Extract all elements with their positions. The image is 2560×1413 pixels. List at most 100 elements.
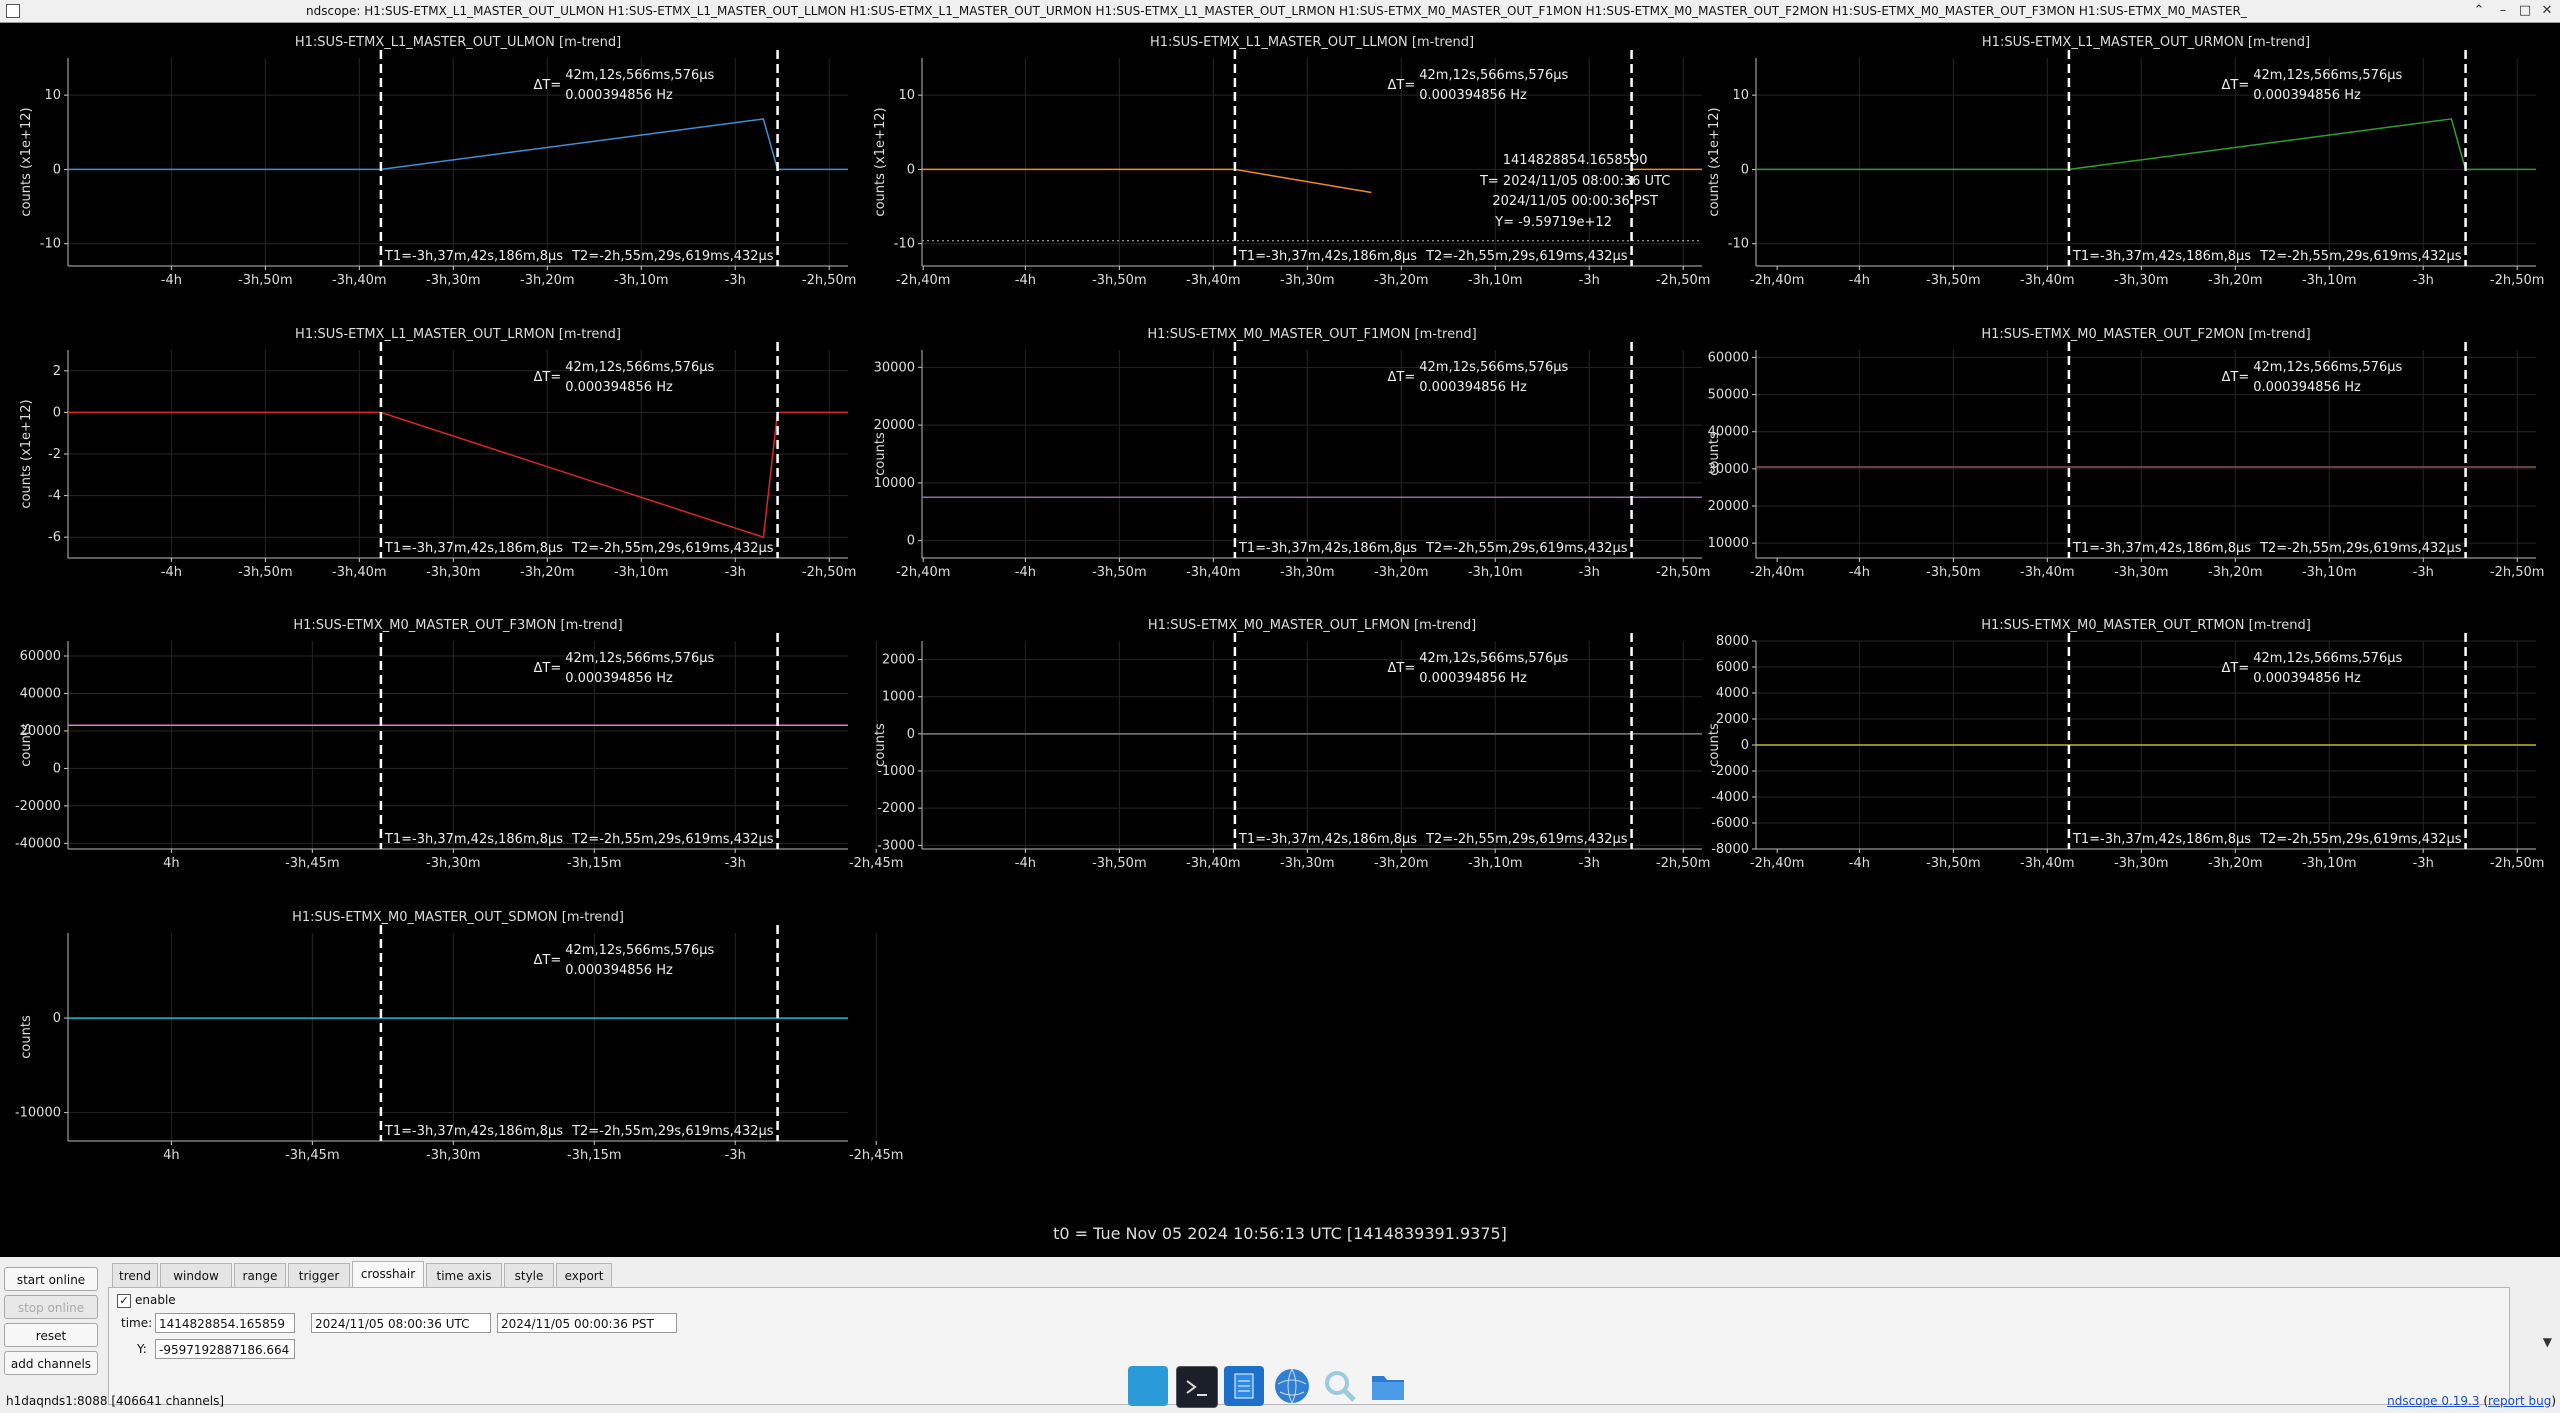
file-manager-icon[interactable] bbox=[1368, 1366, 1408, 1406]
x-tick-label: -4h bbox=[161, 565, 182, 580]
tab-trigger[interactable]: trigger bbox=[288, 1263, 350, 1287]
x-tick-label: -3h,50m bbox=[1926, 565, 1981, 580]
x-tick-label: -3h,20m bbox=[2208, 856, 2263, 871]
close-button[interactable]: ✕ bbox=[2538, 2, 2556, 20]
plot-title: H1:SUS-ETMX_M0_MASTER_OUT_F2MON [m-trend… bbox=[1981, 327, 2310, 342]
delta-freq: 0.000394856 Hz bbox=[1419, 380, 1527, 395]
plot-svg[interactable]: H1:SUS-ETMX_L1_MASTER_OUT_LRMON [m-trend… bbox=[0, 314, 950, 604]
plot-area[interactable] bbox=[68, 933, 848, 1141]
version-links: ndscope 0.19.3 (report bug) bbox=[2387, 1394, 2556, 1408]
delta-freq: 0.000394856 Hz bbox=[565, 88, 673, 103]
y-tick-label: -4 bbox=[48, 489, 61, 504]
plot-title: H1:SUS-ETMX_L1_MASTER_OUT_LLMON [m-trend… bbox=[1150, 35, 1474, 50]
minimize-button[interactable]: – bbox=[2494, 2, 2512, 20]
enable-checkbox[interactable]: ✓ bbox=[117, 1294, 131, 1308]
delta-t-label: ΔT= bbox=[2222, 370, 2250, 385]
plot-panel-2[interactable]: H1:SUS-ETMX_L1_MASTER_OUT_URMON [m-trend… bbox=[1688, 22, 2544, 312]
maximize-button[interactable]: □ bbox=[2516, 2, 2534, 20]
plot-panel-5[interactable]: H1:SUS-ETMX_M0_MASTER_OUT_F2MON [m-trend… bbox=[1688, 314, 2544, 604]
tab-export[interactable]: export bbox=[556, 1263, 612, 1287]
plot-area[interactable] bbox=[922, 350, 1702, 558]
report-bug-link[interactable]: report bug bbox=[2488, 1394, 2551, 1408]
stop-online-button[interactable]: stop online bbox=[4, 1295, 98, 1319]
plot-panel-1[interactable]: H1:SUS-ETMX_L1_MASTER_OUT_LLMON [m-trend… bbox=[854, 22, 1804, 312]
y-tick-label: 20000 bbox=[1708, 499, 1749, 514]
delta-time: 42m,12s,566ms,576μs bbox=[565, 943, 714, 958]
shade-window-button[interactable]: ⌃ bbox=[2470, 2, 2488, 20]
delta-t-label: ΔT= bbox=[2222, 661, 2250, 676]
plot-svg[interactable]: H1:SUS-ETMX_L1_MASTER_OUT_ULMON [m-trend… bbox=[0, 22, 950, 312]
plot-grid[interactable]: H1:SUS-ETMX_L1_MASTER_OUT_ULMON [m-trend… bbox=[0, 22, 2560, 1257]
plot-area[interactable] bbox=[1756, 350, 2536, 558]
time-gps-field[interactable]: 1414828854.165859 bbox=[155, 1313, 295, 1333]
x-tick-label: -3h,10m bbox=[2302, 565, 2357, 580]
t1-label: T1=-3h,37m,42s,186m,8μs bbox=[1238, 541, 1417, 556]
plot-panel-7[interactable]: H1:SUS-ETMX_M0_MASTER_OUT_LFMON [m-trend… bbox=[854, 605, 1804, 895]
plot-svg[interactable]: H1:SUS-ETMX_M0_MASTER_OUT_SDMON [m-trend… bbox=[0, 897, 904, 1187]
y-tick-label: -4000 bbox=[1711, 790, 1749, 805]
plot-area[interactable] bbox=[922, 641, 1702, 849]
y-tick-label: -2000 bbox=[877, 801, 915, 816]
delta-t-label: ΔT= bbox=[1388, 370, 1416, 385]
x-tick-label: -4h bbox=[161, 273, 182, 288]
plot-panel-4[interactable]: H1:SUS-ETMX_M0_MASTER_OUT_F1MON [m-trend… bbox=[854, 314, 1804, 604]
tab-crosshair[interactable]: crosshair bbox=[352, 1261, 424, 1287]
tab-window[interactable]: window bbox=[160, 1263, 232, 1287]
time-pst-field[interactable]: 2024/11/05 00:00:36 PST bbox=[497, 1313, 677, 1333]
y-tick-label: 10000 bbox=[874, 476, 915, 491]
t2-label: T2=-2h,55m,29s,619ms,432μs bbox=[1425, 832, 1628, 847]
y-tick-label: 30000 bbox=[874, 360, 915, 375]
delta-t-label: ΔT= bbox=[534, 78, 562, 93]
plot-svg[interactable]: H1:SUS-ETMX_M0_MASTER_OUT_RTMON [m-trend… bbox=[1688, 605, 2544, 895]
plot-panel-8[interactable]: H1:SUS-ETMX_M0_MASTER_OUT_RTMON [m-trend… bbox=[1688, 605, 2544, 895]
y-value-field[interactable]: -9597192887186.664 bbox=[155, 1339, 295, 1359]
delta-time: 42m,12s,566ms,576μs bbox=[565, 651, 714, 666]
version-link[interactable]: ndscope 0.19.3 bbox=[2387, 1394, 2479, 1408]
t2-label: T2=-2h,55m,29s,619ms,432μs bbox=[571, 1124, 774, 1139]
x-tick-label: -4h bbox=[1849, 565, 1870, 580]
plot-panel-9[interactable]: H1:SUS-ETMX_M0_MASTER_OUT_SDMON [m-trend… bbox=[0, 897, 904, 1187]
y-axis-label: counts bbox=[19, 723, 34, 767]
time-utc-field[interactable]: 2024/11/05 08:00:36 UTC bbox=[311, 1313, 491, 1333]
x-tick-label: -2h,50m bbox=[802, 273, 857, 288]
x-tick-label: -3h,50m bbox=[1926, 856, 1981, 871]
search-icon[interactable] bbox=[1320, 1366, 1360, 1406]
x-tick-label: -3h bbox=[725, 856, 746, 871]
plot-area[interactable] bbox=[1756, 58, 2536, 266]
x-tick-label: -3h,40m bbox=[1186, 273, 1241, 288]
web-browser-icon[interactable] bbox=[1272, 1366, 1312, 1406]
start-online-button[interactable]: start online bbox=[4, 1267, 98, 1291]
desktop-icon[interactable] bbox=[1128, 1366, 1168, 1406]
plot-svg[interactable]: H1:SUS-ETMX_L1_MASTER_OUT_URMON [m-trend… bbox=[1688, 22, 2544, 312]
plot-svg[interactable]: H1:SUS-ETMX_M0_MASTER_OUT_F1MON [m-trend… bbox=[854, 314, 1804, 604]
delta-time: 42m,12s,566ms,576μs bbox=[1419, 360, 1568, 375]
tab-range[interactable]: range bbox=[234, 1263, 286, 1287]
y-tick-label: 50000 bbox=[1708, 388, 1749, 403]
tab-time-axis[interactable]: time axis bbox=[426, 1263, 502, 1287]
tab-trend[interactable]: trend bbox=[112, 1263, 158, 1287]
plot-panel-6[interactable]: H1:SUS-ETMX_M0_MASTER_OUT_F3MON [m-trend… bbox=[0, 605, 904, 895]
plot-area[interactable] bbox=[68, 641, 848, 849]
terminal-icon[interactable] bbox=[1176, 1366, 1218, 1408]
plot-svg[interactable]: H1:SUS-ETMX_L1_MASTER_OUT_LLMON [m-trend… bbox=[854, 22, 1804, 312]
plot-area[interactable] bbox=[68, 58, 848, 266]
window-titlebar: ndscope: H1:SUS-ETMX_L1_MASTER_OUT_ULMON… bbox=[0, 0, 2560, 23]
y-tick-label: 60000 bbox=[20, 649, 61, 664]
y-axis-label: counts bbox=[1707, 432, 1722, 476]
y-tick-label: -8000 bbox=[1711, 842, 1749, 857]
text-editor-icon[interactable] bbox=[1224, 1366, 1264, 1406]
plot-svg[interactable]: H1:SUS-ETMX_M0_MASTER_OUT_F3MON [m-trend… bbox=[0, 605, 904, 895]
delta-freq: 0.000394856 Hz bbox=[2253, 380, 2361, 395]
x-tick-label: -3h bbox=[1579, 856, 1600, 871]
y-tick-label: 0 bbox=[907, 727, 915, 742]
panel-collapse-icon[interactable]: ▼ bbox=[2543, 1335, 2552, 1349]
plot-svg[interactable]: H1:SUS-ETMX_M0_MASTER_OUT_F2MON [m-trend… bbox=[1688, 314, 2544, 604]
plot-panel-3[interactable]: H1:SUS-ETMX_L1_MASTER_OUT_LRMON [m-trend… bbox=[0, 314, 950, 604]
add-channels-button[interactable]: add channels bbox=[4, 1351, 98, 1375]
delta-time: 42m,12s,566ms,576μs bbox=[565, 68, 714, 83]
plot-title: H1:SUS-ETMX_M0_MASTER_OUT_F3MON [m-trend… bbox=[293, 618, 622, 633]
plot-svg[interactable]: H1:SUS-ETMX_M0_MASTER_OUT_LFMON [m-trend… bbox=[854, 605, 1804, 895]
plot-panel-0[interactable]: H1:SUS-ETMX_L1_MASTER_OUT_ULMON [m-trend… bbox=[0, 22, 950, 312]
tab-style[interactable]: style bbox=[504, 1263, 554, 1287]
reset-button[interactable]: reset bbox=[4, 1323, 98, 1347]
